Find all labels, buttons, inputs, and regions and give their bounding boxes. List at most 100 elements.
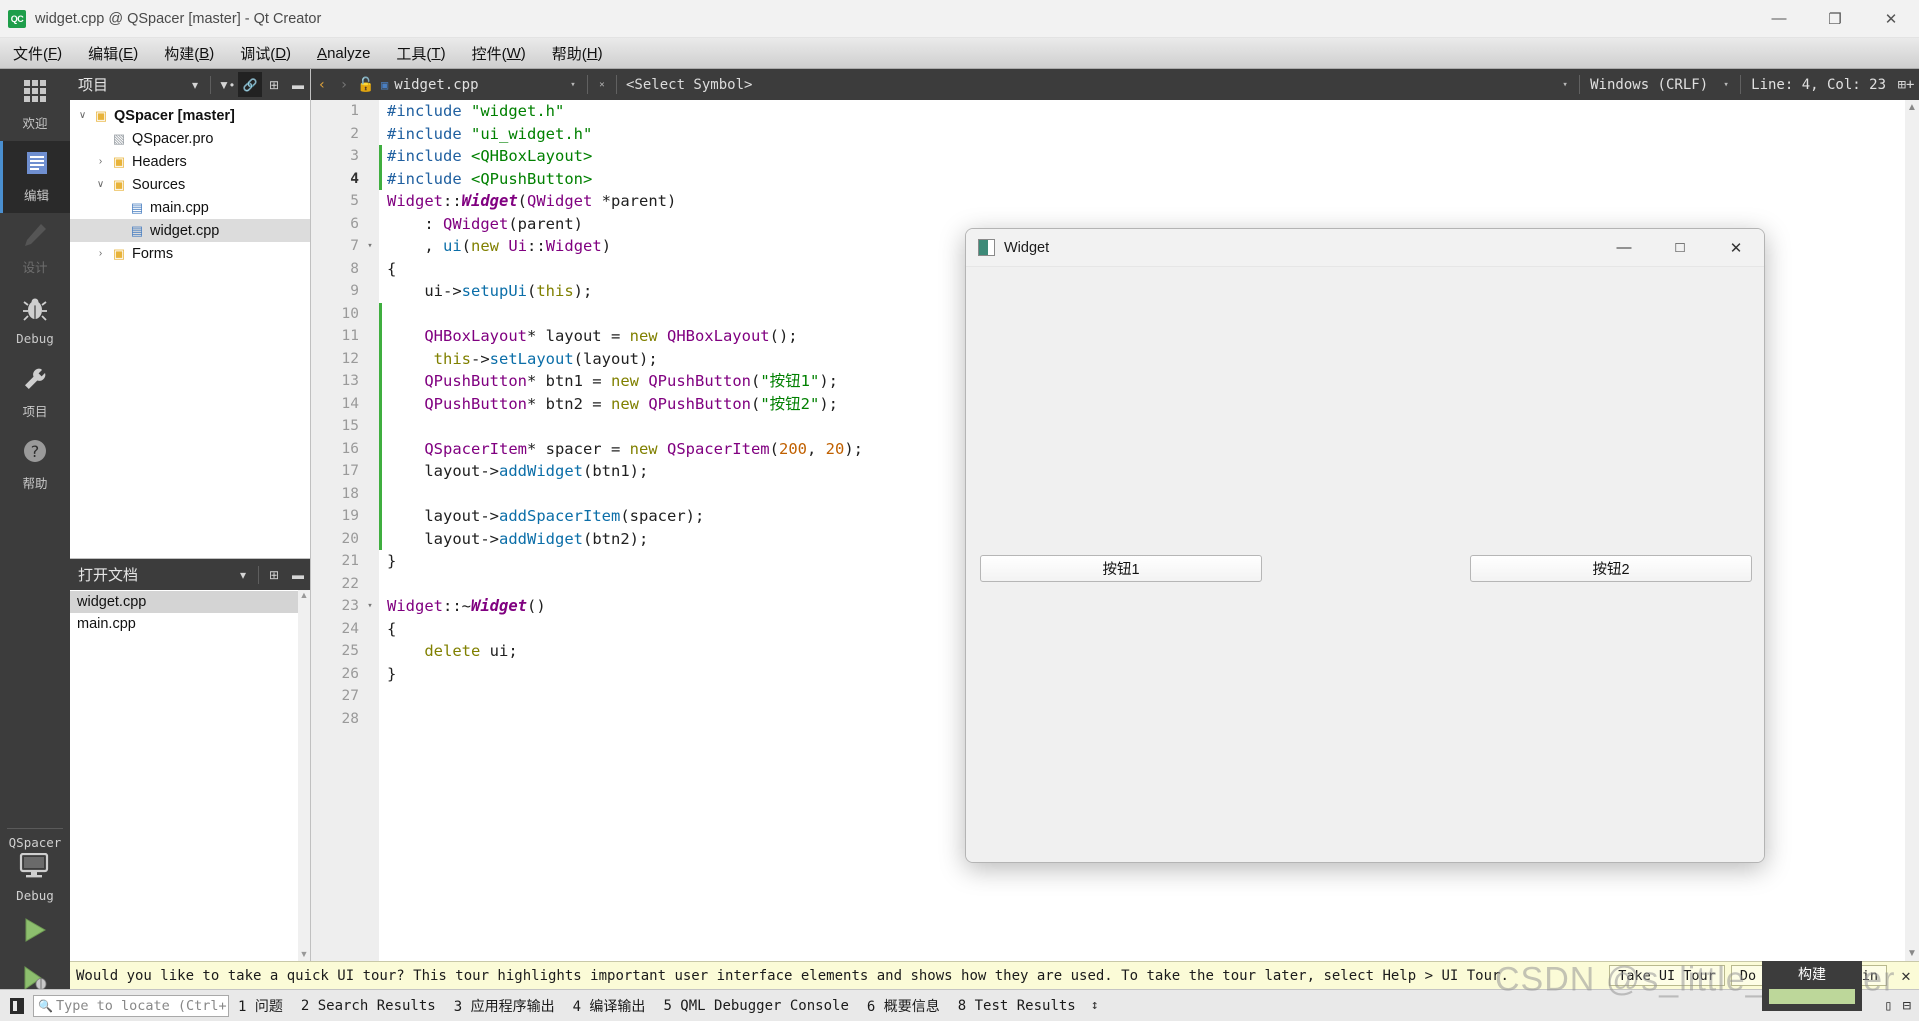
mode-label: 项目 [22, 404, 48, 419]
split-icon[interactable]: ⊞ [262, 562, 286, 587]
line-ending-selector[interactable]: Windows (CRLF) [1583, 77, 1715, 93]
editor-file-selector[interactable]: ▣ widget.cpp [377, 77, 562, 93]
open-document-main-cpp[interactable]: main.cpp [70, 613, 310, 635]
fold-toggle-icon[interactable]: ▾ [361, 595, 379, 618]
code-line[interactable]: 3 #include <QHBoxLayout> [311, 145, 1919, 168]
output-pane-updown-icon[interactable]: ↕ [1085, 998, 1105, 1013]
output-pane-tab-1[interactable]: 1 问题 [229, 996, 292, 1016]
menu-item-5[interactable]: Analyze [304, 38, 383, 69]
mode-设计[interactable]: 设计 [0, 213, 70, 285]
minimize-pane-icon[interactable]: ▯ [1884, 998, 1892, 1014]
code-line[interactable]: 5 Widget::Widget(QWidget *parent) [311, 190, 1919, 213]
editor-vertical-scrollbar[interactable]: ▲ ▼ [1905, 100, 1919, 961]
menu-item-8[interactable]: 帮助(H) [539, 38, 616, 69]
change-marker [379, 708, 382, 731]
divider [1579, 75, 1581, 94]
mode-欢迎[interactable]: 欢迎 [0, 69, 70, 141]
tree-item-headers[interactable]: › ▣ Headers [70, 150, 310, 173]
chevron-down-icon[interactable]: ∨ [92, 179, 109, 190]
tree-item-widget.cpp[interactable]: ▤ widget.cpp [70, 219, 310, 242]
maximize-pane-icon[interactable]: ⊟ [1903, 998, 1911, 1014]
code-line[interactable]: 4 #include <QPushButton> [311, 167, 1919, 190]
chevron-down-icon[interactable]: ∨ [74, 110, 91, 121]
window-close-button[interactable]: ✕ [1863, 0, 1919, 37]
qt-creator-logo-icon: QC [8, 9, 26, 28]
close-document-icon[interactable]: ✕ [591, 80, 613, 90]
menu-item-3[interactable]: 构建(B) [151, 38, 227, 69]
code-text: , ui(new Ui::Widget) [387, 237, 612, 255]
take-ui-tour-button[interactable]: Take UI Tour [1609, 965, 1725, 986]
symbol-selector[interactable]: <Select Symbol> [620, 77, 1554, 93]
line-number: 21 [341, 553, 359, 569]
scroll-up-icon[interactable]: ▲ [298, 590, 310, 600]
run-icon[interactable] [20, 915, 50, 955]
output-pane-tab-2[interactable]: 2 Search Results [292, 998, 445, 1014]
filter-icon[interactable]: ▼• [214, 72, 238, 97]
output-pane-tab-6[interactable]: 6 概要信息 [858, 996, 949, 1016]
chevron-down-icon[interactable]: ▾ [1554, 80, 1576, 90]
open-documents-scrollbar[interactable]: ▲ ▼ [298, 590, 310, 961]
chevron-down-icon[interactable]: ▾ [562, 80, 584, 90]
tree-item-main.cpp[interactable]: ▤ main.cpp [70, 196, 310, 219]
output-pane-tab-4[interactable]: 4 编译输出 [564, 996, 655, 1016]
scroll-down-icon[interactable]: ▼ [298, 949, 310, 959]
open-documents-list[interactable]: widget.cpp main.cpp ▲ ▼ [70, 590, 310, 961]
tree-item-sources[interactable]: ∨ ▣ Sources [70, 173, 310, 196]
project-tree[interactable]: ∨ ▣ QSpacer [master] ▧ QSpacer.pro › ▣ Headers ∨… [70, 100, 310, 558]
chevron-down-icon[interactable]: ▾ [183, 72, 207, 97]
status-bar: 🔍 Type to locate (Ctrl+... 1 问题2 Search … [0, 989, 1919, 1021]
code-text: QPushButton* btn2 = new QPushButton("按钮2… [424, 394, 838, 413]
folder-h-icon: ▣ [112, 153, 126, 169]
menu-item-4[interactable]: 调试(D) [227, 38, 304, 69]
mode-帮助[interactable]: ? 帮助 [0, 429, 70, 501]
scroll-up-icon[interactable]: ▲ [1905, 102, 1919, 113]
menu-item-7[interactable]: 控件(W) [459, 38, 539, 69]
scroll-down-icon[interactable]: ▼ [1905, 948, 1919, 959]
code-line[interactable]: 2 #include "ui_widget.h" [311, 123, 1919, 146]
divider [7, 828, 63, 829]
menu-item-2[interactable]: 编辑(E) [75, 38, 151, 69]
widget-maximize-button[interactable]: □ [1652, 229, 1708, 266]
fold-toggle-icon[interactable]: ▾ [361, 235, 379, 258]
output-pane-tab-7[interactable]: 8 Test Results [949, 998, 1085, 1014]
push-button-1[interactable]: 按钮1 [980, 555, 1262, 582]
window-restore-button[interactable]: ❐ [1807, 0, 1863, 37]
change-marker [379, 685, 382, 708]
code-line[interactable]: 1 #include "widget.h" [311, 100, 1919, 123]
link-icon[interactable]: 🔗 [238, 72, 262, 97]
mode-项目[interactable]: 项目 [0, 357, 70, 429]
chevron-down-icon[interactable]: ▾ [1715, 80, 1737, 90]
output-pane-tab-3[interactable]: 3 应用程序输出 [445, 996, 564, 1016]
window-minimize-button[interactable]: — [1751, 0, 1807, 37]
navigate-forward-icon[interactable]: › [333, 77, 355, 93]
widget-minimize-button[interactable]: — [1596, 229, 1652, 266]
mode-Debug[interactable]: Debug [0, 285, 70, 357]
navigate-back-icon[interactable]: ‹ [311, 77, 333, 93]
push-button-2[interactable]: 按钮2 [1470, 555, 1752, 582]
chevron-right-icon[interactable]: › [92, 156, 109, 167]
split-editor-icon[interactable]: ⊞+ [1893, 77, 1919, 93]
open-document-widget-cpp[interactable]: widget.cpp [70, 591, 310, 613]
widget-close-button[interactable]: ✕ [1708, 229, 1764, 266]
tree-item-forms[interactable]: › ▣ Forms [70, 242, 310, 265]
desktop-icon[interactable] [18, 852, 52, 886]
output-pane-tab-5[interactable]: 5 QML Debugger Console [654, 998, 857, 1014]
mode-编辑[interactable]: 编辑 [0, 141, 70, 213]
lock-open-icon[interactable]: 🔓 [355, 77, 377, 93]
menu-item-6[interactable]: 工具(T) [383, 38, 458, 69]
tree-item-qspacer-master-[interactable]: ∨ ▣ QSpacer [master] [70, 104, 310, 127]
split-icon[interactable]: ⊞ [262, 72, 286, 97]
chevron-down-icon[interactable]: ▾ [231, 562, 255, 587]
tree-item-qspacer.pro[interactable]: ▧ QSpacer.pro [70, 127, 310, 150]
close-panel-icon[interactable]: ▬ [286, 72, 310, 97]
document-icon [24, 150, 50, 181]
notification-close-icon[interactable]: ✕ [1893, 966, 1919, 985]
window-title: widget.cpp @ QSpacer [master] - Qt Creat… [35, 10, 322, 27]
search-input[interactable]: 🔍 Type to locate (Ctrl+... [33, 994, 229, 1017]
menu-item-1[interactable]: 文件(F) [0, 38, 75, 69]
chevron-right-icon[interactable]: › [92, 248, 109, 259]
widget-application-window[interactable]: Widget — □ ✕ 按钮1 按钮2 [965, 228, 1765, 863]
desktop-icon-svg [19, 852, 49, 878]
close-panel-icon[interactable]: ▬ [286, 562, 310, 587]
toggle-sidebar-icon[interactable] [10, 997, 24, 1014]
